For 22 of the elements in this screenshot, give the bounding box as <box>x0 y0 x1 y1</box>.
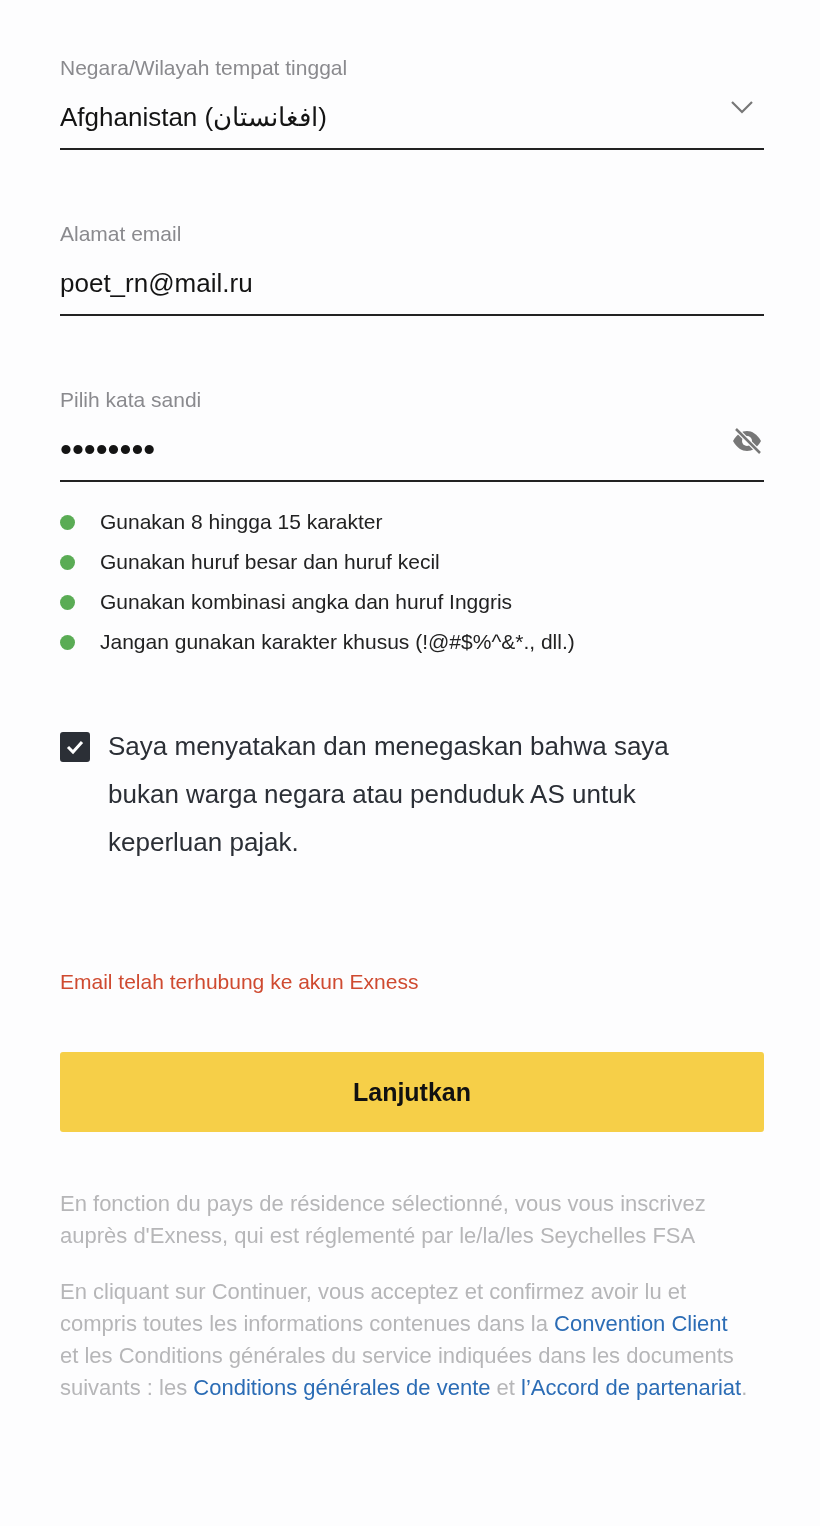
link[interactable]: Convention Client <box>554 1311 728 1336</box>
password-field[interactable]: •••••••• <box>60 418 764 482</box>
disclaimer-text: En cliquant sur Continuer, vous acceptez et confirmez avoir lu et compris toutes les informations contenues dans la Convention Client et les Conditions générales du service indiquées dans les documents suivants : les Conditions générales de vente et l’Accord de partenariat. <box>60 1278 749 1402</box>
country-select[interactable]: Afghanistan (افغانستان) <box>60 86 764 150</box>
declaration-text: Saya menyatakan dan menegaskan bahwa saya bukan warga negara atau penduduk AS untuk keperluan pajak. <box>108 730 670 859</box>
field-label: Negara/Wilayah tempat tinggal <box>60 56 348 80</box>
requirement-text: Gunakan kombinasi angka dan huruf Inggris <box>100 590 513 614</box>
error-message: Email telah terhubung ke akun Exness <box>60 970 420 994</box>
link[interactable]: Conditions générales de vente <box>193 1375 491 1400</box>
field-label: Pilih kata sandi <box>60 388 202 412</box>
field-label: Alamat email <box>60 222 182 246</box>
requirement-text: Gunakan 8 hingga 15 karakter <box>100 510 383 534</box>
eye-off-icon[interactable] <box>730 426 764 456</box>
checkbox[interactable] <box>60 732 90 762</box>
check-icon <box>65 739 85 755</box>
disclaimer-text: En fonction du pays de résidence sélectionné, vous vous inscrivez auprès d'Exness, qui est réglementé par le/la/les Seychelles FSA <box>60 1190 707 1250</box>
link[interactable]: l’Accord de partenariat <box>521 1375 742 1400</box>
email-field[interactable]: poet_rn@mail.ru <box>60 252 764 316</box>
requirement-text: Jangan gunakan karakter khusus (!@#$%^&*., dll.) <box>100 630 575 654</box>
requirement-text: Gunakan huruf besar dan huruf kecil <box>100 550 440 574</box>
chevron-down-icon <box>730 100 754 114</box>
continue-button[interactable]: Lanjutkan <box>60 1052 764 1132</box>
